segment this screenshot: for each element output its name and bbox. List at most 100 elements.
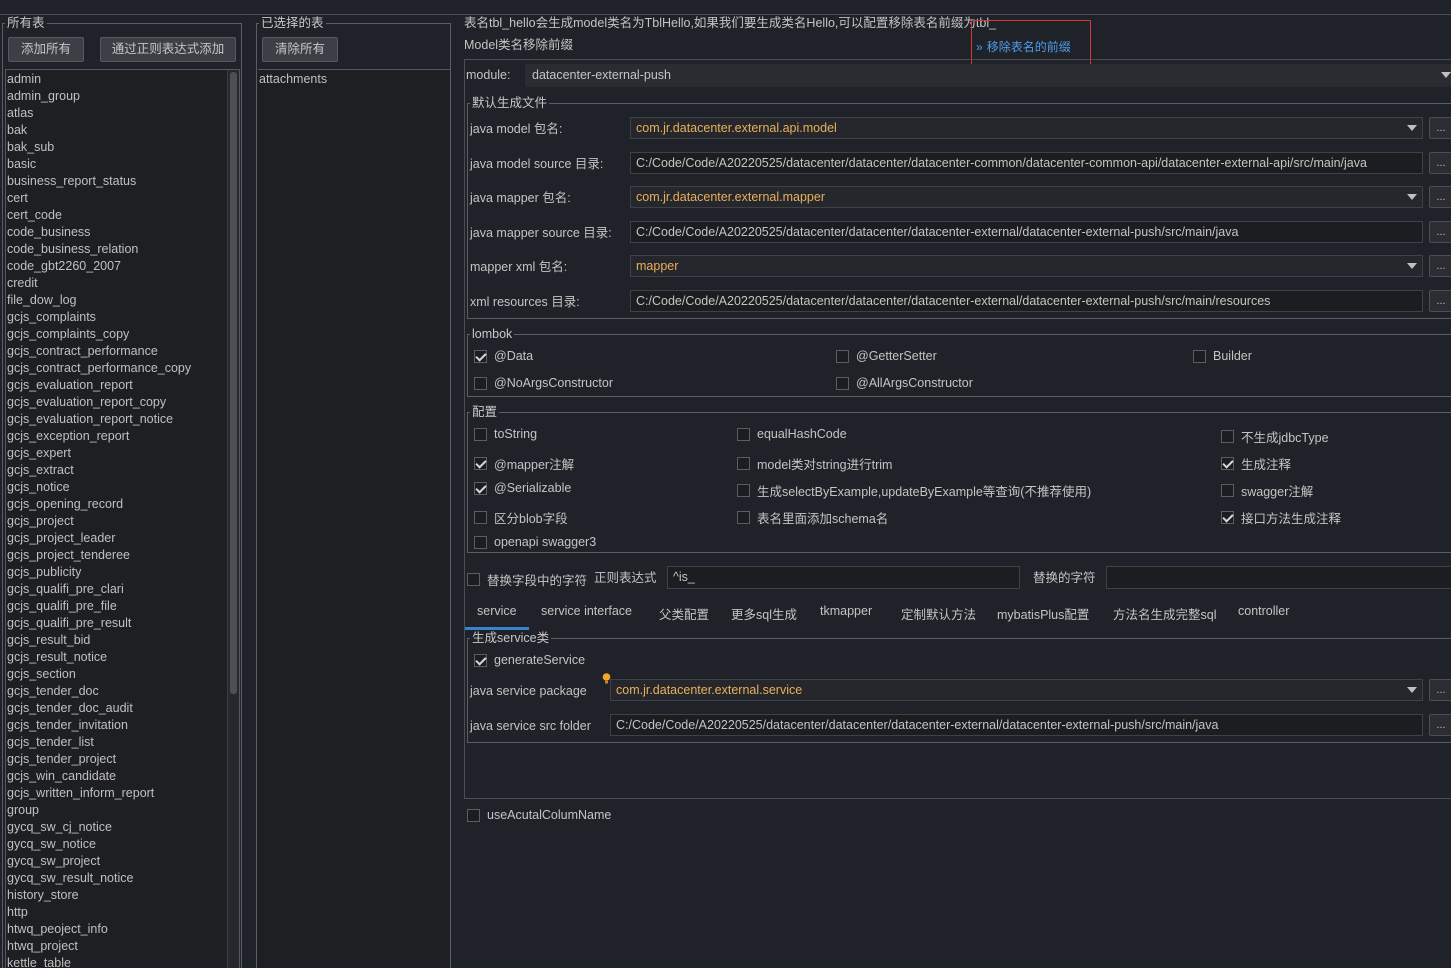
table-list-item[interactable]: gycq_sw_cj_notice: [6, 819, 226, 836]
lombok-option-checkbox[interactable]: Builder: [1193, 349, 1252, 363]
table-list-item[interactable]: admin_group: [6, 88, 226, 105]
mapper-package-browse-button[interactable]: ...: [1429, 186, 1451, 208]
table-list-item[interactable]: code_business: [6, 224, 226, 241]
tab-3[interactable]: 更多sql生成: [731, 604, 797, 623]
config-option-checkbox[interactable]: model类对string进行trim: [737, 454, 892, 473]
regex-input[interactable]: ^is_: [667, 566, 1020, 589]
table-list-item[interactable]: kettle_table: [6, 955, 226, 968]
table-list-item[interactable]: gcjs_project: [6, 513, 226, 530]
table-list-item[interactable]: credit: [6, 275, 226, 292]
xml-resources-dir-browse-button[interactable]: ...: [1429, 290, 1451, 312]
table-list-item[interactable]: gcjs_tender_doc: [6, 683, 226, 700]
table-list-item[interactable]: bak: [6, 122, 226, 139]
table-list-item[interactable]: gcjs_win_candidate: [6, 768, 226, 785]
table-list-item[interactable]: gcjs_contract_performance_copy: [6, 360, 226, 377]
tab-0[interactable]: service: [477, 604, 517, 618]
table-list-item[interactable]: gcjs_project_tenderee: [6, 547, 226, 564]
chevron-down-icon[interactable]: [1402, 680, 1422, 700]
tab-5[interactable]: 定制默认方法: [901, 604, 976, 623]
model-source-dir-browse-button[interactable]: ...: [1429, 152, 1451, 174]
table-list-item[interactable]: cert_code: [6, 207, 226, 224]
tab-1[interactable]: service interface: [541, 604, 632, 618]
config-option-checkbox[interactable]: 表名里面添加schema名: [737, 508, 888, 527]
replace-chars-checkbox[interactable]: 替换字段中的字符: [467, 570, 587, 589]
remove-prefix-link[interactable]: » 移除表名的前缀: [976, 38, 1071, 55]
config-option-checkbox[interactable]: @mapper注解: [474, 454, 574, 473]
mapper-xml-package-select[interactable]: mapper: [630, 255, 1423, 277]
table-list-item[interactable]: atlas: [6, 105, 226, 122]
mapper-source-dir-browse-button[interactable]: ...: [1429, 221, 1451, 243]
config-option-checkbox[interactable]: swagger注解: [1221, 481, 1313, 500]
table-list-item[interactable]: htwq_project: [6, 938, 226, 955]
table-list-item[interactable]: htwq_peoject_info: [6, 921, 226, 938]
tab-7[interactable]: 方法名生成完整sql: [1113, 604, 1216, 623]
table-list-item[interactable]: gcjs_result_bid: [6, 632, 226, 649]
table-list-item[interactable]: gcjs_written_inform_report: [6, 785, 226, 802]
mapper-xml-package-browse-button[interactable]: ...: [1429, 255, 1451, 277]
selected-table-item[interactable]: attachments: [258, 71, 450, 88]
chevron-down-icon[interactable]: [1402, 118, 1422, 138]
table-list-item[interactable]: gcjs_extract: [6, 462, 226, 479]
table-list-item[interactable]: basic: [6, 156, 226, 173]
add-by-regex-button[interactable]: 通过正则表达式添加: [100, 37, 236, 62]
model-source-dir-input[interactable]: C:/Code/Code/A20220525/datacenter/datace…: [630, 152, 1423, 174]
selected-tables-list[interactable]: attachments: [258, 69, 450, 968]
service-package-select[interactable]: com.jr.datacenter.external.service: [610, 679, 1423, 701]
table-list-item[interactable]: gcjs_opening_record: [6, 496, 226, 513]
lombok-option-checkbox[interactable]: @GetterSetter: [836, 349, 937, 363]
table-list-item[interactable]: file_dow_log: [6, 292, 226, 309]
table-list-item[interactable]: gycq_sw_result_notice: [6, 870, 226, 887]
chevron-down-icon[interactable]: [1402, 256, 1422, 276]
replacement-input[interactable]: [1106, 566, 1451, 589]
table-list-item[interactable]: gcjs_tender_invitation: [6, 717, 226, 734]
service-package-browse-button[interactable]: ...: [1429, 679, 1451, 701]
table-list-item[interactable]: gcjs_exception_report: [6, 428, 226, 445]
config-option-checkbox[interactable]: toString: [474, 427, 537, 441]
tab-8[interactable]: controller: [1238, 604, 1289, 618]
table-list-item[interactable]: gcjs_tender_project: [6, 751, 226, 768]
table-list-item[interactable]: gcjs_qualifi_pre_clari: [6, 581, 226, 598]
table-list-item[interactable]: gcjs_complaints: [6, 309, 226, 326]
config-option-checkbox[interactable]: 生成注释: [1221, 454, 1291, 473]
model-package-select[interactable]: com.jr.datacenter.external.api.model: [630, 117, 1423, 139]
table-list-item[interactable]: code_business_relation: [6, 241, 226, 258]
table-list-item[interactable]: gcjs_evaluation_report_copy: [6, 394, 226, 411]
scroll-thumb[interactable]: [230, 72, 237, 694]
tab-6[interactable]: mybatisPlus配置: [997, 604, 1089, 623]
tab-2[interactable]: 父类配置: [659, 604, 709, 623]
table-list-item[interactable]: gcjs_project_leader: [6, 530, 226, 547]
table-list-item[interactable]: gcjs_expert: [6, 445, 226, 462]
table-list-item[interactable]: group: [6, 802, 226, 819]
table-list-item[interactable]: gcjs_section: [6, 666, 226, 683]
model-package-browse-button[interactable]: ...: [1429, 117, 1451, 139]
table-list-item[interactable]: cert: [6, 190, 226, 207]
service-folder-input[interactable]: C:/Code/Code/A20220525/datacenter/datace…: [610, 714, 1423, 736]
table-list-item[interactable]: gycq_sw_notice: [6, 836, 226, 853]
config-option-checkbox[interactable]: openapi swagger3: [474, 535, 596, 549]
table-list-item[interactable]: gcjs_tender_doc_audit: [6, 700, 226, 717]
table-list-item[interactable]: gcjs_complaints_copy: [6, 326, 226, 343]
lombok-option-checkbox[interactable]: @NoArgsConstructor: [474, 376, 613, 390]
xml-resources-dir-input[interactable]: C:/Code/Code/A20220525/datacenter/datace…: [630, 290, 1423, 312]
lombok-option-checkbox[interactable]: @AllArgsConstructor: [836, 376, 973, 390]
config-option-checkbox[interactable]: equalHashCode: [737, 427, 847, 441]
table-list-item[interactable]: gcjs_contract_performance: [6, 343, 226, 360]
module-select[interactable]: datacenter-external-push: [525, 64, 1451, 87]
tab-4[interactable]: tkmapper: [820, 604, 872, 618]
config-option-checkbox[interactable]: 接口方法生成注释: [1221, 508, 1341, 527]
use-actual-column-name-checkbox[interactable]: useAcutalColumName: [467, 808, 611, 822]
module-dropdown-arrow-icon[interactable]: [1441, 72, 1451, 78]
table-list-item[interactable]: gcjs_notice: [6, 479, 226, 496]
table-list-item[interactable]: gcjs_qualifi_pre_file: [6, 598, 226, 615]
chevron-down-icon[interactable]: [1402, 187, 1422, 207]
clear-all-button[interactable]: 清除所有: [262, 37, 338, 62]
table-list-item[interactable]: gcjs_evaluation_report: [6, 377, 226, 394]
table-list-item[interactable]: admin: [6, 71, 226, 88]
table-list-item[interactable]: gcjs_evaluation_report_notice: [6, 411, 226, 428]
table-list-item[interactable]: gycq_sw_project: [6, 853, 226, 870]
mapper-package-select[interactable]: com.jr.datacenter.external.mapper: [630, 186, 1423, 208]
service-folder-browse-button[interactable]: ...: [1429, 714, 1451, 736]
table-list-item[interactable]: bak_sub: [6, 139, 226, 156]
config-option-checkbox[interactable]: @Serializable: [474, 481, 571, 495]
table-list-item[interactable]: http: [6, 904, 226, 921]
